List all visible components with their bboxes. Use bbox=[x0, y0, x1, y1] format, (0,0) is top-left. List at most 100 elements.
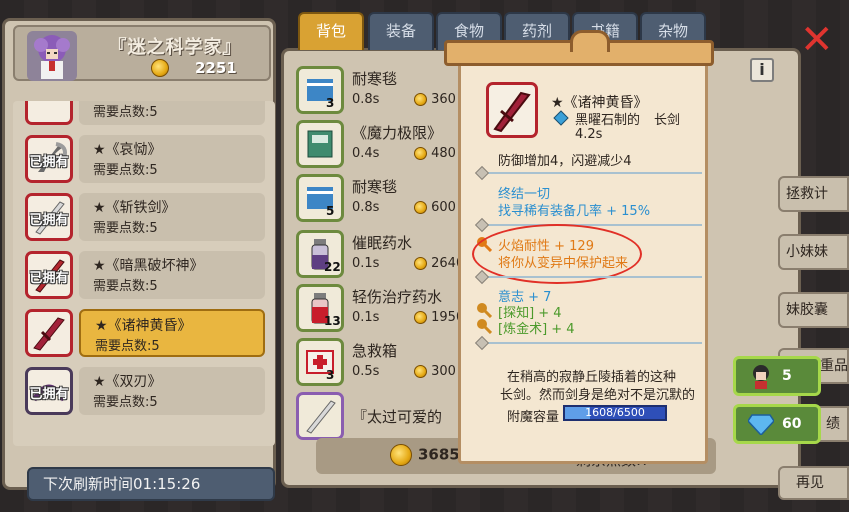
skill-scroll-icon bbox=[25, 101, 73, 125]
item-count: 5 bbox=[326, 204, 335, 218]
coin-icon bbox=[151, 59, 169, 77]
coin-icon bbox=[414, 311, 427, 324]
skill-cost: 需要点数:5 bbox=[93, 395, 158, 410]
item-name: 耐寒毯 bbox=[352, 178, 398, 196]
lore-line-2: 长剑。然而剑身是绝对不是沉默的 bbox=[500, 388, 696, 403]
skill-card: ★《双刃》 需要点数:5 bbox=[79, 367, 265, 415]
item-name: 轻伤治疗药水 bbox=[352, 288, 443, 306]
enchant-capacity-value: 1608/6500 bbox=[585, 406, 645, 419]
ragnarok-sword-icon bbox=[25, 309, 73, 357]
coin-icon bbox=[414, 93, 427, 106]
detail-material: 黑曜石制的 bbox=[575, 113, 641, 128]
item-count: 3 bbox=[326, 96, 335, 110]
inventory-item[interactable]: 22 催眠药水 0.1s 2640 bbox=[296, 230, 466, 282]
skill-card: 需要点数:5 bbox=[79, 101, 265, 125]
owned-badge: 已拥有 bbox=[29, 155, 69, 170]
item-time: 0.1s bbox=[352, 310, 380, 325]
item-time: 0.4s bbox=[352, 146, 380, 161]
item-time: 0.1s bbox=[352, 256, 380, 271]
detail-stats: 防御增加4，闪避减少4 bbox=[498, 154, 632, 169]
skill-list[interactable]: 需要点数:5 已拥有 ★《哀恸》 需要点数:5 已拥有 ★《斩铁剑》 需要点数:… bbox=[13, 101, 275, 446]
skill-cost: 需要点数:5 bbox=[93, 221, 158, 236]
item-count: 13 bbox=[324, 314, 341, 328]
skill-cost: 需要点数:5 bbox=[93, 163, 158, 178]
owned-badge: 已拥有 bbox=[29, 271, 69, 286]
item-price: 300 bbox=[414, 364, 456, 379]
owned-badge: 已拥有 bbox=[29, 213, 69, 228]
coin-icon bbox=[414, 147, 427, 160]
weapon-icon bbox=[296, 392, 344, 440]
owned-badge: 已拥有 bbox=[29, 387, 69, 402]
red-highlight-circle bbox=[472, 224, 642, 284]
item-time: 0.8s bbox=[352, 92, 380, 107]
item-time: 0.5s bbox=[352, 364, 380, 379]
skill-card: ★《哀恸》 需要点数:5 bbox=[79, 135, 265, 183]
inventory-item[interactable]: 13 轻伤治疗药水 0.1s 1950 bbox=[296, 284, 466, 336]
lore-line-1: 在稍高的寂静丘陵插着的这种 bbox=[507, 370, 677, 385]
divider bbox=[480, 342, 702, 344]
character-token-value: 5 bbox=[782, 368, 792, 384]
enchant-capacity-label: 附魔容量 bbox=[507, 410, 560, 425]
side-tab-goodbye[interactable]: 再见 bbox=[778, 466, 849, 500]
item-price: 480 bbox=[414, 146, 456, 161]
item-price: 600 bbox=[414, 200, 456, 215]
list-item-selected[interactable]: ★《诸神黄昏》 需要点数:5 bbox=[17, 307, 269, 359]
scientist-avatar bbox=[27, 31, 77, 81]
character-token-button[interactable]: 5 bbox=[733, 356, 821, 396]
side-tab-capsule[interactable]: 妹胶囊 bbox=[778, 292, 849, 328]
coin-icon bbox=[390, 444, 412, 466]
first-aid-icon bbox=[296, 338, 344, 386]
list-item[interactable]: 已拥有 ★《哀恸》 需要点数:5 bbox=[17, 133, 269, 185]
list-item[interactable]: 已拥有 ★《双刃》 需要点数:5 bbox=[17, 365, 269, 417]
obsidian-gem-icon bbox=[553, 110, 569, 126]
item-name: 急救箱 bbox=[352, 342, 398, 360]
inventory-item[interactable]: 3 耐寒毯 0.8s 360 bbox=[296, 66, 466, 118]
inventory-item[interactable]: 《魔力极限》 0.4s 480 bbox=[296, 120, 466, 172]
tab-backpack[interactable]: 背包 bbox=[298, 12, 364, 50]
diamond-button[interactable]: 60 bbox=[733, 404, 821, 444]
inventory-item[interactable]: 『太过可爱的 bbox=[296, 392, 466, 444]
ragnarok-sword-icon bbox=[486, 82, 538, 138]
skill-name: ★《暗黑破坏神》 bbox=[93, 258, 204, 274]
store-header: 『迷之科学家』 2251 bbox=[13, 25, 271, 81]
item-name: 『太过可爱的 bbox=[352, 408, 443, 426]
divider bbox=[480, 172, 702, 174]
info-icon[interactable]: i bbox=[750, 58, 774, 82]
skill-card: ★《暗黑破坏神》 需要点数:5 bbox=[79, 251, 265, 299]
detail-speed: 4.2s bbox=[575, 127, 603, 142]
list-item[interactable]: 已拥有 ★《斩铁剑》 需要点数:5 bbox=[17, 191, 269, 243]
side-tab-rescue-plan[interactable]: 拯救计 bbox=[778, 176, 849, 212]
key-icon bbox=[477, 319, 492, 334]
skill-name: ★《斩铁剑》 bbox=[93, 200, 176, 216]
inventory-item[interactable]: 3 急救箱 0.5s 300 bbox=[296, 338, 466, 390]
store-panel: 『迷之科学家』 2251 需要点数:5 已拥有 ★《哀恸》 需要点数:5 已拥有… bbox=[2, 18, 276, 501]
item-name: 《魔力极限》 bbox=[352, 124, 443, 142]
close-icon[interactable]: ✕ bbox=[800, 20, 834, 60]
item-name: 耐寒毯 bbox=[352, 70, 398, 88]
skill-name: ★《哀恸》 bbox=[93, 142, 162, 158]
item-count: 3 bbox=[326, 368, 335, 382]
book-icon bbox=[296, 120, 344, 168]
item-time: 0.8s bbox=[352, 200, 380, 215]
blanket-icon bbox=[296, 66, 344, 114]
item-name: 催眠药水 bbox=[352, 234, 413, 252]
tab-equipment[interactable]: 装备 bbox=[368, 12, 434, 50]
coin-icon bbox=[414, 257, 427, 270]
diamond-value: 60 bbox=[782, 416, 802, 432]
diamond-icon bbox=[748, 414, 774, 435]
coin-icon bbox=[414, 201, 427, 214]
item-count: 22 bbox=[324, 260, 341, 274]
list-item[interactable]: 需要点数:5 bbox=[17, 101, 269, 127]
character-icon bbox=[753, 365, 769, 389]
coin-icon bbox=[414, 365, 427, 378]
attribute-alchemy: [炼金术] + 4 bbox=[498, 322, 575, 337]
ability-description: 找寻稀有装备几率 + 15% bbox=[498, 204, 651, 219]
skill-card: ★《斩铁剑》 需要点数:5 bbox=[79, 193, 265, 241]
detail-popup-peak bbox=[570, 30, 610, 52]
side-tab-little-sister[interactable]: 小妹妹 bbox=[778, 234, 849, 270]
detail-weapon-type: 长剑 bbox=[654, 113, 681, 128]
skill-cost: 需要点数:5 bbox=[93, 105, 158, 120]
list-item[interactable]: 已拥有 ★《暗黑破坏神》 需要点数:5 bbox=[17, 249, 269, 301]
skill-cost: 需要点数:5 bbox=[95, 339, 160, 354]
inventory-item[interactable]: 5 耐寒毯 0.8s 600 bbox=[296, 174, 466, 226]
